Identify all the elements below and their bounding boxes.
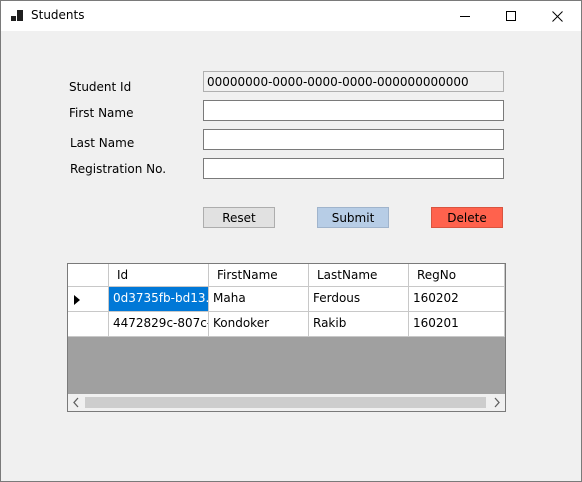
last-name-label: Last Name [70, 136, 135, 150]
column-header-id[interactable]: Id [109, 264, 209, 287]
scrollbar-thumb[interactable] [85, 397, 486, 408]
reset-button[interactable]: Reset [203, 207, 275, 228]
maximize-button[interactable] [488, 1, 534, 31]
first-name-field[interactable] [203, 100, 504, 121]
scroll-left-icon[interactable] [68, 394, 85, 411]
cell-lastname[interactable]: Rakib [309, 312, 409, 337]
horizontal-scrollbar[interactable] [68, 394, 505, 411]
student-id-label: Student Id [69, 80, 132, 94]
window-title: Students [31, 8, 85, 22]
submit-button[interactable]: Submit [317, 207, 389, 228]
registration-no-field[interactable] [203, 158, 504, 179]
cell-id[interactable]: 4472829c-807c-... [109, 312, 209, 337]
last-name-field[interactable] [203, 129, 504, 150]
students-grid[interactable]: Id FirstName LastName RegNo 0d3735fb-bd1… [67, 263, 506, 412]
cell-regno[interactable]: 160202 [409, 287, 505, 312]
app-icon [11, 10, 23, 22]
student-id-field[interactable] [203, 71, 504, 92]
cell-firstname[interactable]: Maha [209, 287, 309, 312]
first-name-label: First Name [69, 106, 134, 120]
minimize-button[interactable] [442, 1, 488, 31]
column-header-regno[interactable]: RegNo [409, 264, 505, 287]
grid-header: Id FirstName LastName RegNo [68, 264, 505, 287]
current-row-arrow-icon [74, 295, 80, 305]
students-window: Students Student Id First Name Last Name… [0, 0, 582, 482]
row-header-corner [68, 264, 109, 287]
maximize-icon [506, 11, 516, 21]
row-header-current[interactable] [68, 287, 109, 312]
title-bar[interactable]: Students [1, 1, 581, 31]
delete-button[interactable]: Delete [431, 207, 503, 228]
cell-id[interactable]: 0d3735fb-bd13... [109, 287, 209, 312]
cell-regno[interactable]: 160201 [409, 312, 505, 337]
row-header[interactable] [68, 312, 109, 337]
close-icon [551, 10, 563, 22]
column-header-firstname[interactable]: FirstName [209, 264, 309, 287]
close-button[interactable] [534, 1, 580, 31]
column-header-lastname[interactable]: LastName [309, 264, 409, 287]
cell-firstname[interactable]: Kondoker [209, 312, 309, 337]
scroll-right-icon[interactable] [488, 394, 505, 411]
cell-lastname[interactable]: Ferdous [309, 287, 409, 312]
minimize-icon [460, 16, 470, 17]
registration-no-label: Registration No. [70, 162, 167, 176]
